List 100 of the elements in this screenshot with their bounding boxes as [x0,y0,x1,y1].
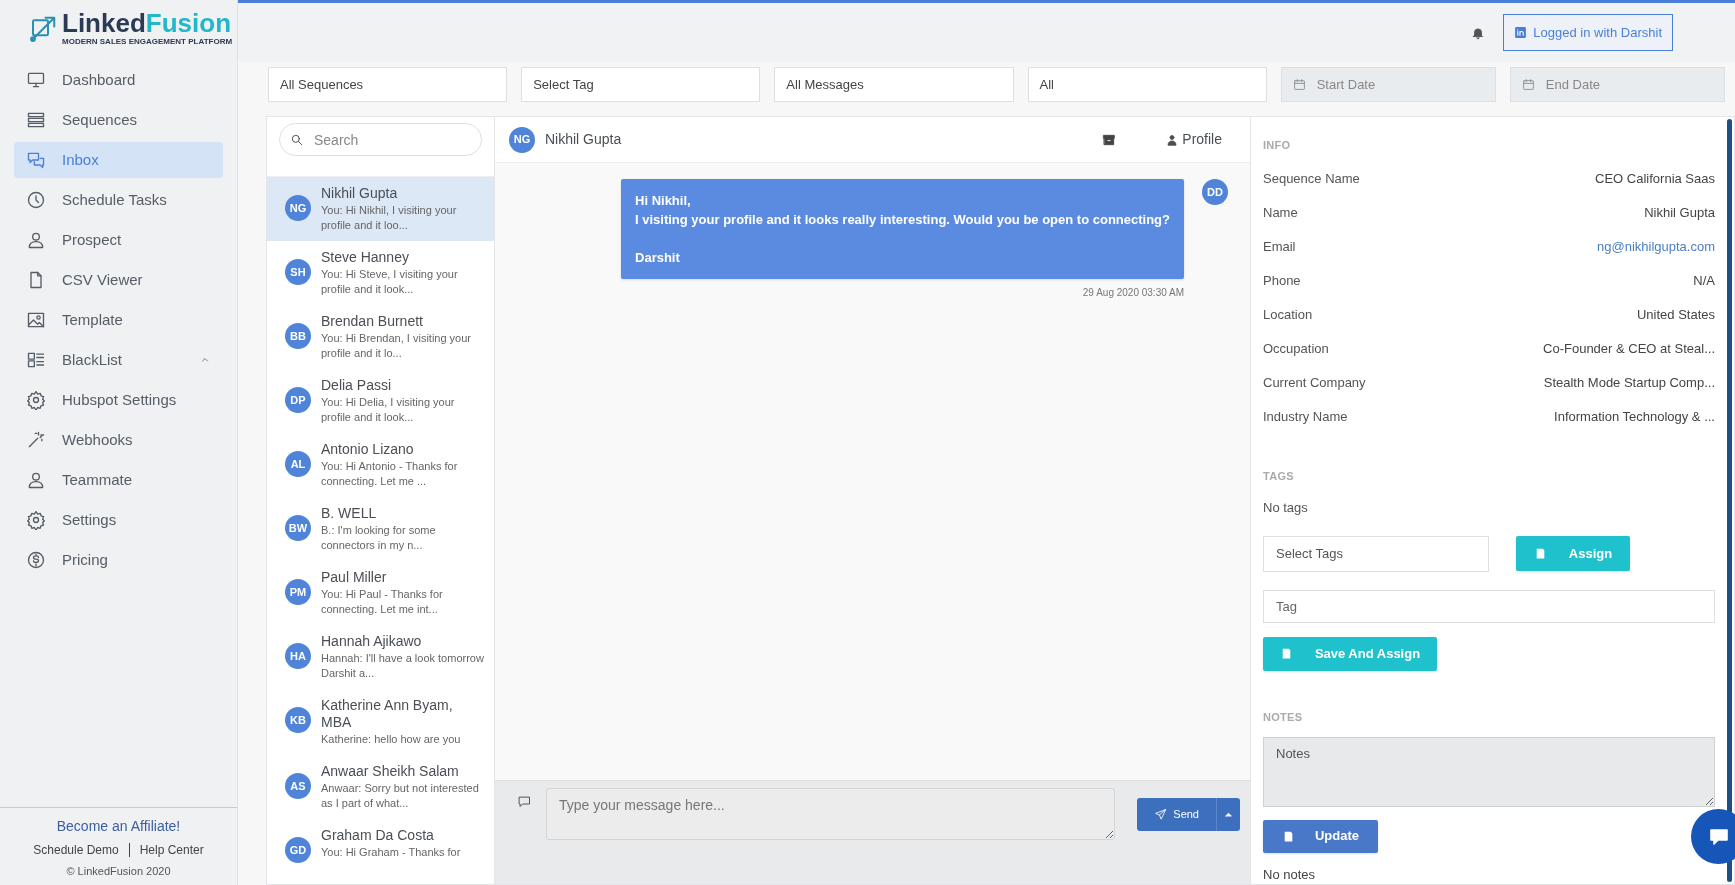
footer-link[interactable]: Schedule Demo [33,840,119,859]
avatar-initials: BW [285,515,311,541]
message-preview: Katherine: hello how are you [321,732,462,747]
notes-input[interactable]: Notes [1263,737,1715,807]
gear-icon [26,390,46,410]
chat-bubbles-icon [26,150,46,170]
dollar-icon [26,550,46,570]
message-preview: Anwaar: Sorry but not interested as I part of what... [321,781,480,811]
info-label: Name [1263,203,1298,222]
contact-name: Delia Passi [321,377,393,394]
contact-name: Nikhil Gupta [321,185,399,202]
empty-notes-text: No notes [1263,865,1317,884]
message-preview: Hannah: I'll have a look tomorrow Darshit a... [321,651,485,681]
avatar-initials: AL [285,451,311,477]
image-icon [26,310,46,330]
contact-name: Paul Miller [321,569,388,586]
info-label: Location [1263,305,1313,324]
contact-name: B. WELL [321,505,378,522]
bell-icon [1471,25,1486,40]
nav-item[interactable]: BlackList [14,342,223,378]
message-preview: You: Hi Graham - Thanks for [321,845,461,860]
tag-input[interactable]: Tag [1263,589,1715,624]
footer-link[interactable]: Help Center [139,840,204,859]
logo-text: Linked [62,10,146,36]
logo-icon [28,14,58,44]
info-value: Information Technology & ... [1554,407,1715,426]
chat-widget-button[interactable] [1691,809,1735,864]
message-bubble: Hi Nikhil, I visiting your profile and it looks really interesting. Would you be open to connecting? Darshit [621,179,1184,279]
nav-item[interactable]: CSV Viewer [14,262,223,298]
filter-dropdown[interactable]: Select Tag [521,67,761,102]
email-link[interactable]: ng@nikhilgupta.com [1597,236,1715,257]
message-input[interactable]: Type your message here... [546,788,1116,840]
contact-name: Antonio Lizano [321,441,415,458]
list-icon [26,110,46,130]
avatar-initials: DP [285,387,311,413]
filter-dropdown[interactable]: All [1027,67,1267,102]
affiliate-link[interactable]: Become an Affiliate! [56,815,181,837]
info-value: CEO California Saas [1595,169,1715,188]
date-field[interactable]: End Date [1509,67,1726,102]
nav-item[interactable]: Template [14,302,223,338]
message-timestamp: 29 Aug 2020 03:30 AM [1082,286,1184,300]
contact-name: Katherine Ann Byam, MBA [321,697,454,731]
grid-list-icon [26,350,46,370]
info-label: Phone [1263,271,1301,290]
nav-item[interactable]: Teammate [14,462,223,498]
tags-dropdown[interactable]: Select Tags [1263,535,1489,572]
copyright-text: © LinkedFusion 2020 [66,863,171,879]
person-icon [1166,133,1179,146]
logo-tagline: MODERN SALES ENGAGEMENT PLATFORM [62,36,233,48]
info-value: United States [1636,305,1715,324]
person-icon [26,230,46,250]
info-label: Email [1263,237,1296,256]
person-icon [26,470,46,490]
message-preview: You: Hi Brendan, I visiting your profile and it lo... [321,331,472,361]
search-field[interactable]: Search [279,123,482,156]
archive-button[interactable] [1102,132,1117,147]
section-heading: INFO [1263,138,1292,153]
empty-tags-text: No tags [1263,499,1309,517]
send-button[interactable]: Send [1137,798,1216,831]
archive-box-icon [1102,132,1117,147]
profile-button[interactable]: Profile [1166,129,1222,150]
logo-text: Fusion [145,10,231,36]
avatar-initials: PM [285,579,311,605]
contact-name: Hannah Ajikawo [321,633,423,650]
speech-bubble-icon [517,794,532,809]
nav-item[interactable]: Dashboard [14,62,223,98]
avatar-initials: DD [1202,179,1228,205]
caret-up-icon [1223,809,1234,820]
nav-item[interactable]: Hubspot Settings [14,382,223,418]
nav-item[interactable]: Prospect [14,222,223,258]
magic-wand-icon [26,430,46,450]
info-value: Nikhil Gupta [1644,203,1715,222]
nav-item[interactable]: Schedule Tasks [14,182,223,218]
avatar-initials: SH [285,259,311,285]
paper-plane-icon [1154,808,1168,821]
update-button[interactable]: Update [1263,819,1378,853]
info-label: Sequence Name [1263,169,1360,188]
message-preview: You: Hi Nikhil, I visiting your profile and it loo... [321,203,458,233]
conversation-item[interactable]: NG Nikhil Gupta You: Hi Nikhil, I visiting your profile and it loo... [267,177,494,241]
avatar-initials: KB [285,707,311,733]
avatar-initials: NG [509,126,535,153]
nav-item[interactable]: Settings [14,502,223,538]
info-value: Co-Founder & CEO at Steal... [1543,339,1715,358]
nav-item[interactable]: Webhooks [14,422,223,458]
contact-name: Steve Hanney [321,249,410,266]
date-field[interactable]: Start Date [1280,67,1496,102]
gear-icon [26,510,46,530]
contact-name: Brendan Burnett [321,313,424,330]
message-preview: You: Hi Paul - Thanks for connecting. Let me int... [321,587,444,617]
login-button[interactable]: Logged in with Darshit [1503,14,1673,51]
info-label: Industry Name [1263,407,1348,426]
nav-item[interactable]: Pricing [14,542,223,578]
avatar-initials: GD [285,837,311,863]
message-preview: You: Hi Steve, I visiting your profile and it look... [321,267,459,297]
filter-dropdown[interactable]: All Messages [774,67,1014,102]
nav-item[interactable]: Sequences [14,102,223,138]
avatar-initials: HA [285,643,311,669]
filter-dropdown[interactable]: All Sequences [268,67,508,102]
contact-name: Anwaar Sheikh Salam [321,763,460,780]
info-value: N/A [1693,271,1715,290]
